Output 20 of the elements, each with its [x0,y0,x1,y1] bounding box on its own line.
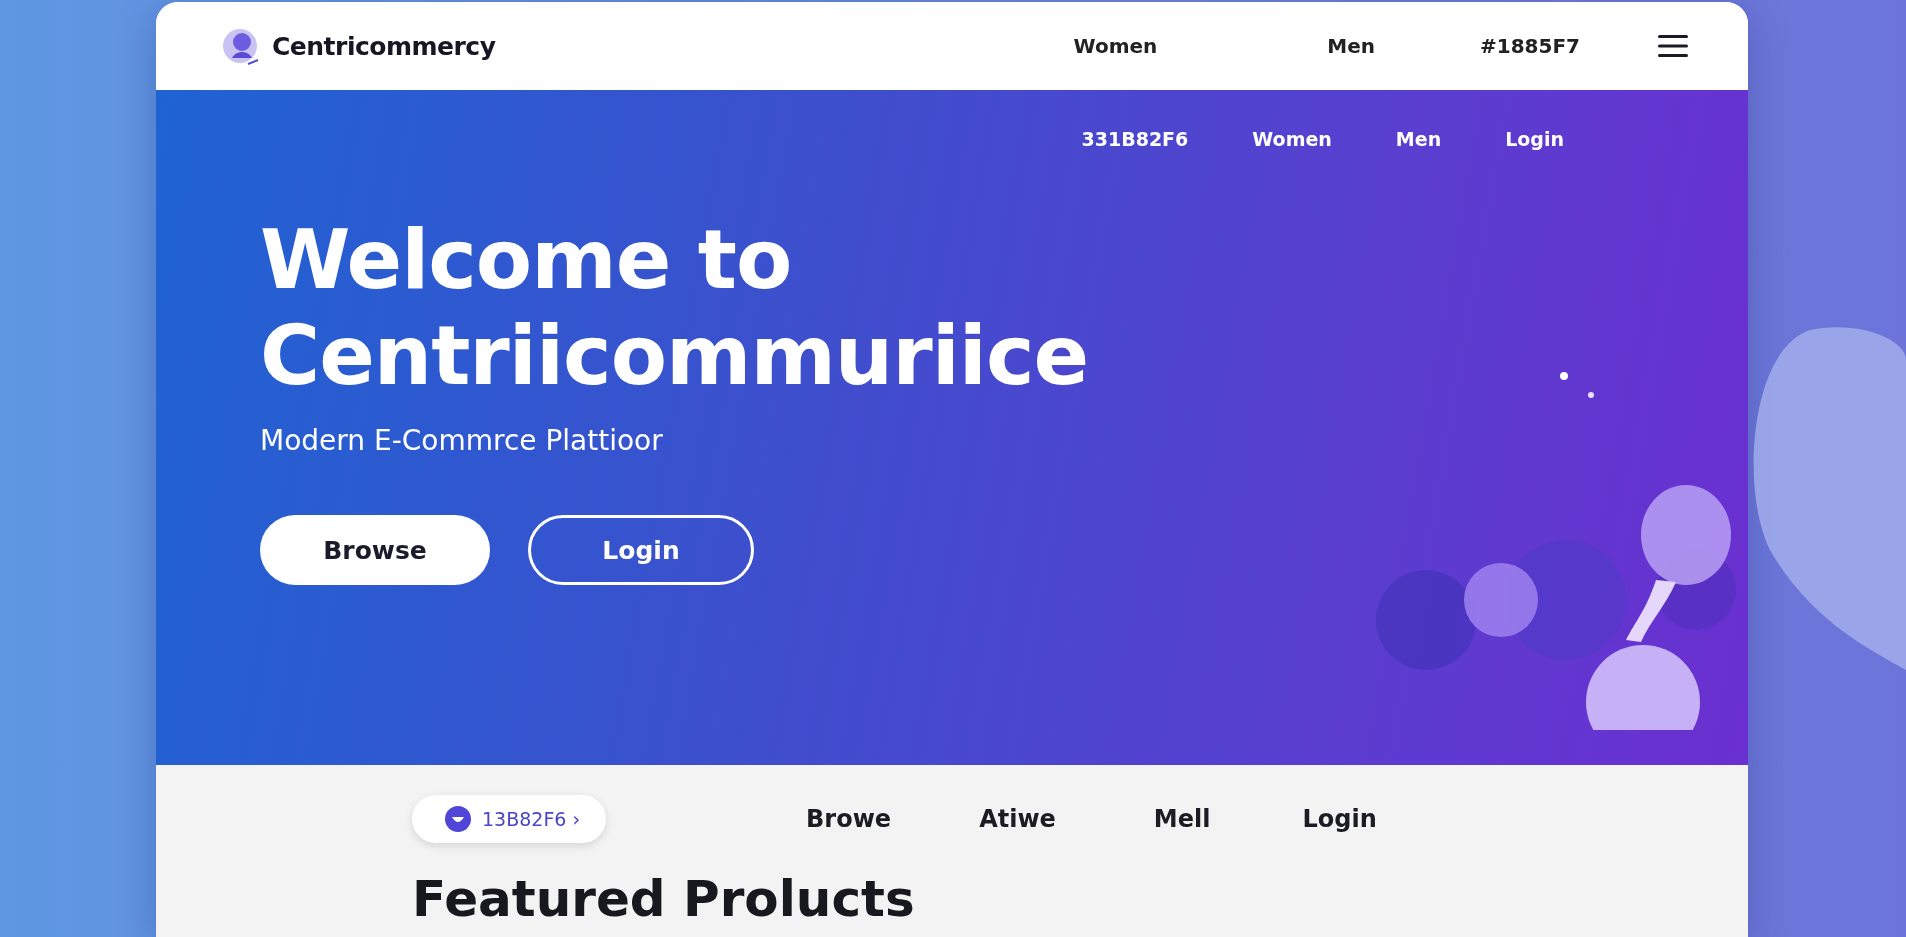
subnav-link[interactable]: Mell [1153,805,1211,833]
hero-nav-link[interactable]: 331B82F6 [1081,128,1189,150]
hero-nav-link[interactable]: Men [1395,128,1442,150]
browse-button[interactable]: Browse [260,515,490,585]
hero-nav-link[interactable]: Women [1252,128,1332,150]
login-button[interactable]: Login [528,515,754,585]
hero-subtitle: Modern E-Commrce Plattioor [260,424,664,457]
subnav-link[interactable]: Atiwe [979,805,1056,833]
nav-link[interactable]: Women [1073,34,1158,58]
hero-title: Welcome to Centriicommuriice [260,212,1090,404]
nav-link[interactable]: #1885F7 [1480,34,1580,58]
brand-name: Centricommercy [272,31,496,61]
hero-nav-link[interactable]: Login [1505,128,1564,150]
nav-link[interactable]: Men [1327,34,1375,58]
smiley-icon [444,805,472,833]
section-heading: Featured Prolucts [412,871,916,927]
menu-icon[interactable] [1658,34,1688,58]
subnav-link[interactable]: Login [1302,805,1377,833]
color-pill[interactable]: 13B82F6 › [412,795,607,843]
subnav-link[interactable]: Browe [806,805,892,833]
